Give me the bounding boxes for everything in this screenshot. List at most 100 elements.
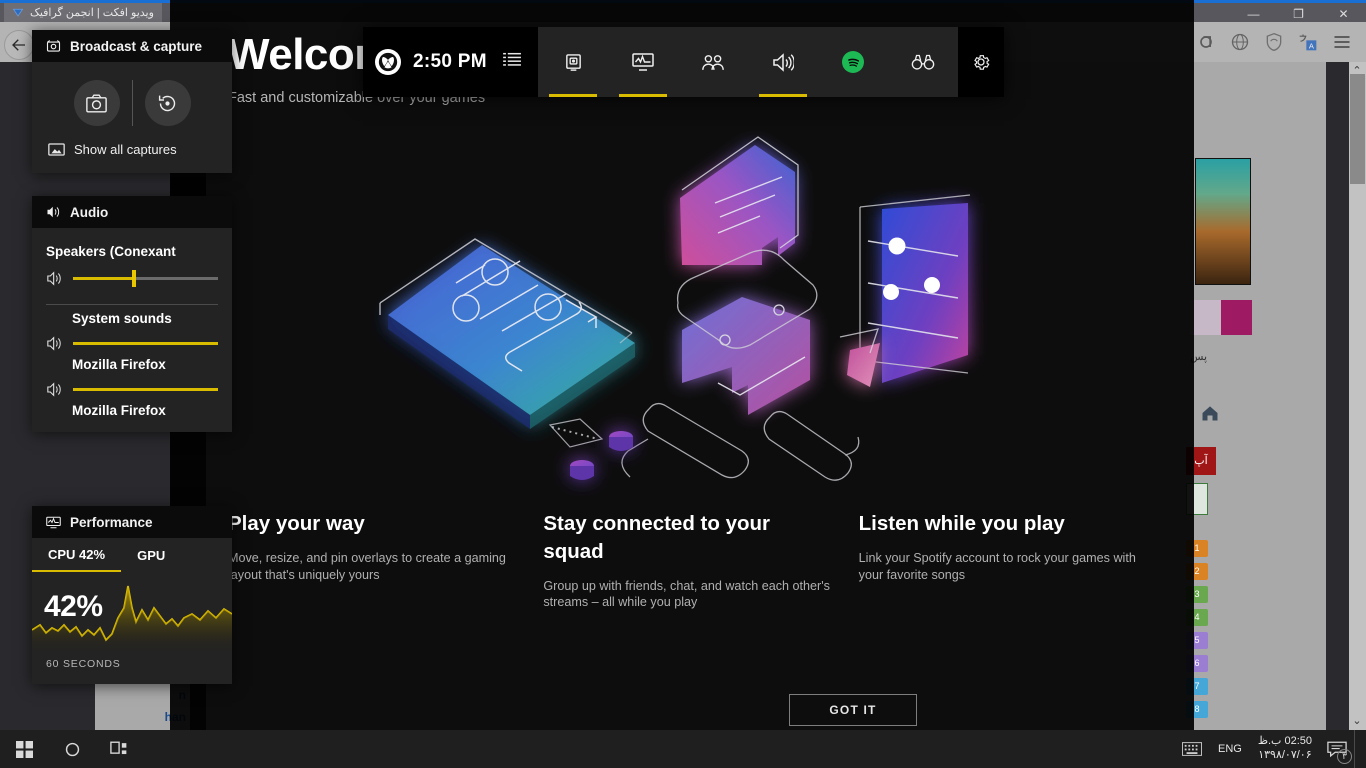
notification-center-button[interactable]: ۳ <box>1320 730 1354 768</box>
feature-heading: Play your way <box>228 512 365 535</box>
connector-shapes <box>621 402 860 481</box>
taskbar-clock[interactable]: 02:50 ب.ظ ۱۳۹۸/۰۷/۰۶ <box>1250 735 1320 763</box>
search-button[interactable] <box>48 730 96 768</box>
gamebar-button-xbox-social[interactable] <box>678 27 748 97</box>
color-swatches <box>1190 300 1252 335</box>
speaker-icon <box>47 382 61 397</box>
audio-app-name: Mozilla Firefox <box>72 357 166 372</box>
back-button[interactable] <box>4 30 34 60</box>
taskbar-left <box>0 730 144 768</box>
swatch-magenta <box>1221 300 1252 335</box>
xbox-logo-icon[interactable] <box>375 49 401 75</box>
taskbar: ENG 02:50 ب.ظ ۱۳۹۸/۰۷/۰۶ ۳ <box>0 730 1366 768</box>
device-volume-row[interactable] <box>46 261 218 292</box>
capture-divider <box>131 80 133 126</box>
gear-icon <box>974 55 990 70</box>
spotify-icon <box>842 51 864 73</box>
app-volume-slider[interactable] <box>73 388 218 391</box>
capture-widget-title: Broadcast & capture <box>70 38 203 54</box>
app-volume-row[interactable] <box>46 372 218 403</box>
game-bar-clock: 2:50 PM <box>413 51 487 72</box>
feature-body: Link your Spotify account to rock your g… <box>858 550 1136 582</box>
app-volume-row[interactable] <box>46 326 218 357</box>
gamebar-settings-button[interactable] <box>958 27 1004 97</box>
slider-thumb[interactable] <box>131 270 136 287</box>
feature-columns: Play your way Move, resize, and pin over… <box>228 510 1148 611</box>
audio-widget-title: Audio <box>70 204 109 220</box>
got-it-button[interactable]: GOT IT <box>789 694 917 726</box>
active-underline <box>549 94 597 97</box>
broadcast-icon <box>46 39 61 52</box>
widget-menu-button[interactable] <box>503 52 522 72</box>
performance-tabs: CPU 42% GPU <box>32 538 232 572</box>
audio-divider <box>46 304 218 305</box>
svg-text:A: A <box>1309 42 1314 51</box>
show-all-captures-label: Show all captures <box>74 142 177 157</box>
show-desktop-button[interactable] <box>1354 730 1362 768</box>
globe-icon[interactable] <box>1230 32 1250 52</box>
shield-icon[interactable] <box>1264 32 1284 52</box>
audio-widget-header[interactable]: Audio <box>32 196 232 228</box>
search-circle-icon <box>65 742 79 756</box>
performance-widget-header[interactable]: Performance <box>32 506 232 538</box>
spotify-glyph-icon <box>847 58 859 67</box>
app-volume-slider[interactable] <box>73 342 218 345</box>
start-button[interactable] <box>0 730 48 768</box>
hamburger-menu-icon[interactable] <box>1332 32 1352 52</box>
browser-tab[interactable]: ویدیو افکت | انجمن گرافیک <box>4 3 162 22</box>
feature-column: Listen while you play Link your Spotify … <box>859 510 1148 611</box>
windows-logo-icon <box>15 740 33 758</box>
performance-footer-wrap: 60 SECONDS <box>32 652 232 684</box>
gallery-icon <box>48 143 65 156</box>
performance-icon <box>46 516 61 528</box>
tab-gpu[interactable]: GPU <box>121 538 181 572</box>
gamebar-button-capture[interactable] <box>538 27 608 97</box>
translate-icon[interactable]: A <box>1298 32 1318 52</box>
scrollbar-thumb[interactable] <box>1350 74 1365 184</box>
capture-widget-header[interactable]: Broadcast & capture <box>32 30 232 62</box>
arrow-left-icon <box>12 39 25 51</box>
game-bar-widget-buttons <box>538 27 958 97</box>
task-view-button[interactable] <box>96 730 144 768</box>
audio-widget: Audio Speakers (Conexant System sounds M… <box>32 196 232 432</box>
video-icon <box>12 8 24 17</box>
record-last-button[interactable] <box>144 80 191 126</box>
record-last-icon <box>158 95 176 111</box>
extension-icon[interactable] <box>1196 32 1216 52</box>
xbox-glyph-icon <box>378 52 398 72</box>
gamebar-button-performance[interactable] <box>608 27 678 97</box>
clock-date: ۱۳۹۸/۰۷/۰۶ <box>1258 749 1312 761</box>
language-indicator[interactable]: ENG <box>1210 730 1250 768</box>
welcome-illustration <box>379 136 971 481</box>
cpu-usage-value: 42% <box>44 590 103 623</box>
device-volume-slider[interactable] <box>73 270 218 287</box>
clock-time: 02:50 ب.ظ <box>1257 735 1312 748</box>
chat-bubble-middle <box>682 297 810 415</box>
gamebar-button-spotify[interactable] <box>818 27 888 97</box>
capture-widget: Broadcast & capture Show all captures <box>32 30 232 173</box>
feature-heading: Listen while you play <box>858 512 1065 535</box>
touch-keyboard-button[interactable] <box>1174 730 1210 768</box>
task-view-icon <box>110 741 127 754</box>
audio-device-name: Speakers (Conexant <box>46 244 176 259</box>
audio-icon <box>773 52 794 72</box>
feature-body: Group up with friends, chat, and watch e… <box>543 578 830 610</box>
tab-cpu[interactable]: CPU 42% <box>32 538 122 572</box>
home-icon[interactable] <box>1200 403 1220 423</box>
game-bar-left: 2:50 PM <box>363 27 538 97</box>
show-all-captures-button[interactable]: Show all captures <box>46 130 218 159</box>
gamebar-button-audio[interactable] <box>748 27 818 97</box>
gamebar-button-looking-for-group[interactable] <box>888 27 958 97</box>
chat-bubble-top <box>680 145 795 265</box>
take-screenshot-button[interactable] <box>73 80 120 126</box>
binoculars-icon <box>911 54 935 70</box>
feature-column: Play your way Move, resize, and pin over… <box>228 510 517 611</box>
game-bar: 2:50 PM <box>363 27 1004 97</box>
welcome-panel: Welcome Fast and customizable over your … <box>170 0 1194 730</box>
audio-app-name: Mozilla Firefox <box>72 403 166 418</box>
speaker-icon <box>47 271 61 286</box>
page-photo <box>1195 158 1251 285</box>
feature-heading: Stay connected to your squad <box>543 512 771 563</box>
scroll-down-arrow[interactable]: ⌄ <box>1351 714 1363 727</box>
page-scrollbar[interactable]: ⌃ ⌄ <box>1349 62 1366 730</box>
